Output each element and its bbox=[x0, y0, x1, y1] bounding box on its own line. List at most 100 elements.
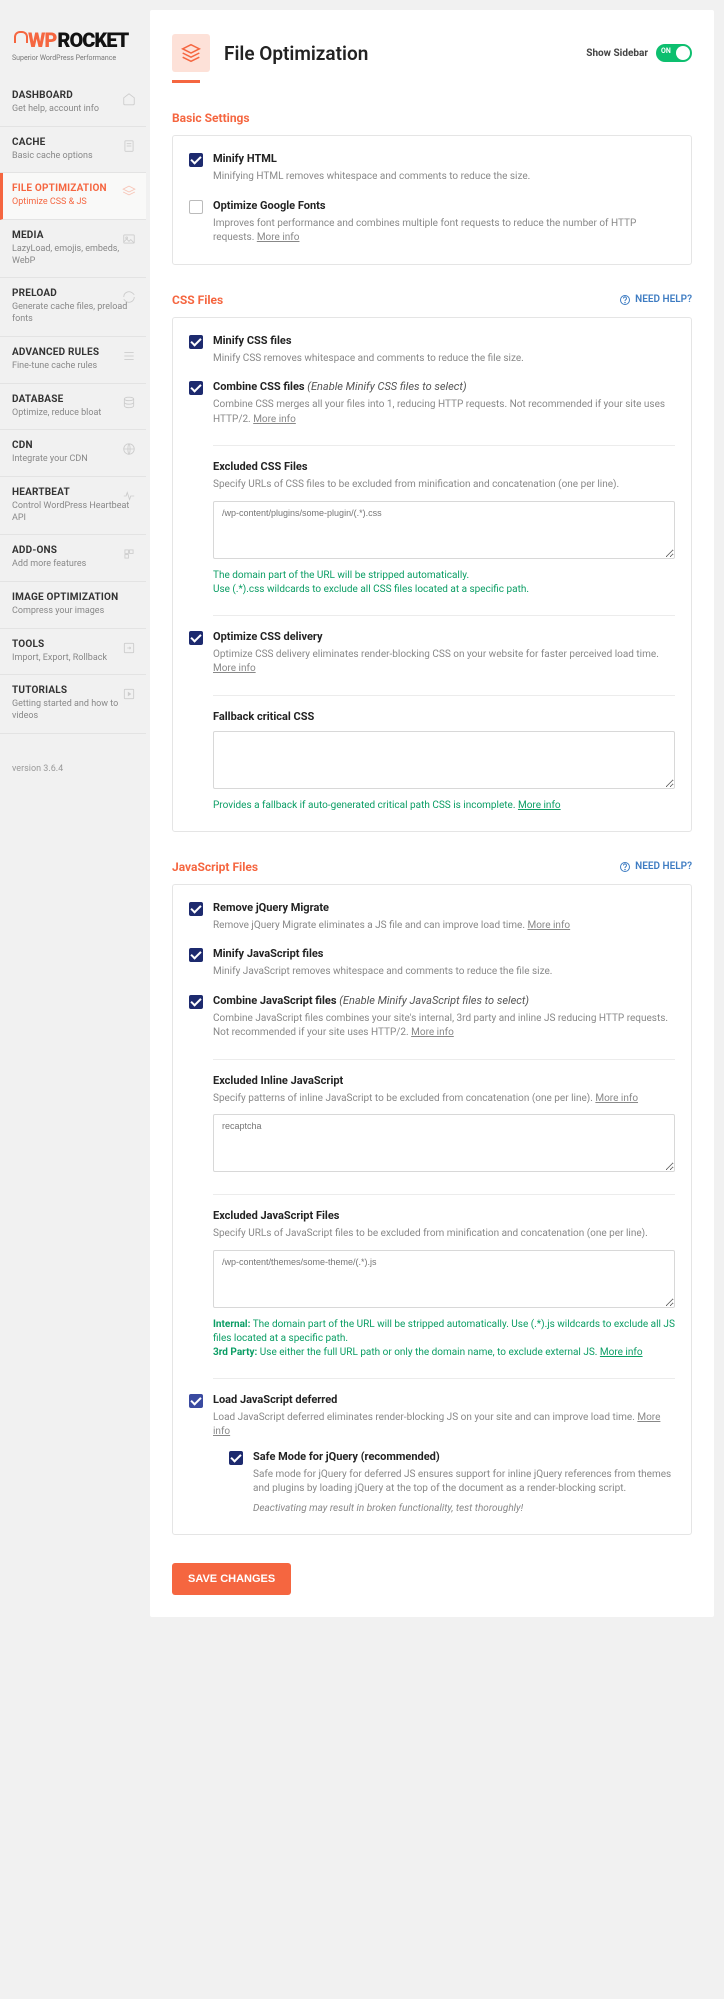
nav-title: PRELOAD bbox=[12, 288, 134, 299]
need-help-link[interactable]: NEED HELP? bbox=[619, 861, 692, 873]
section-css-head: CSS Files NEED HELP? bbox=[172, 293, 692, 307]
section-title: JavaScript Files bbox=[172, 860, 619, 874]
nav-title: MEDIA bbox=[12, 230, 134, 241]
more-info-link[interactable]: More info bbox=[527, 920, 570, 931]
field-label: Safe Mode for jQuery (recommended) bbox=[253, 1450, 675, 1463]
safemode-checkbox[interactable] bbox=[229, 1451, 243, 1465]
combine-js-checkbox[interactable] bbox=[189, 995, 203, 1009]
nav-title: TOOLS bbox=[12, 639, 134, 650]
more-info-link[interactable]: More info bbox=[600, 1347, 643, 1358]
separator bbox=[213, 1059, 675, 1060]
excluded-inline-js-textarea[interactable] bbox=[213, 1114, 675, 1172]
css-files-box: Minify CSS files Minify CSS removes whit… bbox=[172, 317, 692, 832]
fallback-css-field: Fallback critical CSS Provides a fallbac… bbox=[213, 710, 675, 827]
minify-js-checkbox[interactable] bbox=[189, 948, 203, 962]
minify-html-field: Minify HTML Minifying HTML removes white… bbox=[189, 152, 675, 199]
minify-html-checkbox[interactable] bbox=[189, 153, 203, 167]
google-fonts-checkbox[interactable] bbox=[189, 200, 203, 214]
document-icon bbox=[122, 139, 136, 153]
excluded-js-files-textarea[interactable] bbox=[213, 1250, 675, 1308]
nav-sub: Basic cache options bbox=[12, 151, 134, 163]
google-fonts-field: Optimize Google Fonts Improves font perf… bbox=[189, 199, 675, 260]
nav-sub: Optimize, reduce bloat bbox=[12, 408, 134, 420]
layers-icon bbox=[122, 185, 136, 199]
js-files-box: Remove jQuery Migrate Remove jQuery Migr… bbox=[172, 884, 692, 1536]
excluded-js-files-field: Excluded JavaScript Files Specify URLs o… bbox=[213, 1209, 675, 1374]
logo-brand2: ROCKET bbox=[57, 28, 128, 52]
show-sidebar-toggle[interactable]: ON bbox=[656, 44, 692, 62]
nav-sub: LazyLoad, emojis, embeds, WebP bbox=[12, 244, 134, 267]
puzzle-icon bbox=[122, 547, 136, 561]
nav-title: CDN bbox=[12, 440, 134, 451]
excluded-css-textarea[interactable] bbox=[213, 501, 675, 559]
field-desc: Load JavaScript deferred eliminates rend… bbox=[213, 1411, 675, 1440]
jquery-migrate-checkbox[interactable] bbox=[189, 902, 203, 916]
nav-tools[interactable]: TOOLS Import, Export, Rollback bbox=[0, 629, 146, 676]
need-help-link[interactable]: NEED HELP? bbox=[619, 294, 692, 306]
nav-title: HEARTBEAT bbox=[12, 487, 134, 498]
field-label: Minify HTML bbox=[213, 152, 675, 165]
minify-js-field: Minify JavaScript files Minify JavaScrip… bbox=[189, 947, 675, 994]
nav-addons[interactable]: ADD-ONS Add more features bbox=[0, 535, 146, 582]
toggle-label: ON bbox=[661, 47, 671, 55]
separator bbox=[213, 1378, 675, 1379]
nav-title: ADVANCED RULES bbox=[12, 347, 134, 358]
field-desc: Minifying HTML removes whitespace and co… bbox=[213, 170, 675, 185]
nav-title: TUTORIALS bbox=[12, 685, 134, 696]
nav-sub: Control WordPress Heartbeat API bbox=[12, 501, 134, 524]
nav-dashboard[interactable]: DASHBOARD Get help, account info bbox=[0, 80, 146, 127]
field-label: Combine JavaScript files (Enable Minify … bbox=[213, 994, 675, 1007]
arrow-icon bbox=[122, 641, 136, 655]
optimize-css-checkbox[interactable] bbox=[189, 631, 203, 645]
more-info-link[interactable]: More info bbox=[518, 800, 561, 811]
more-info-link[interactable]: More info bbox=[257, 232, 300, 243]
nav-tutorials[interactable]: TUTORIALS Getting started and how to vid… bbox=[0, 675, 146, 733]
more-info-link[interactable]: More info bbox=[253, 414, 296, 425]
more-info-link[interactable]: More info bbox=[213, 663, 256, 674]
more-info-link[interactable]: More info bbox=[411, 1027, 454, 1038]
section-basic-head: Basic Settings bbox=[172, 111, 692, 125]
nav-title: ADD-ONS bbox=[12, 545, 134, 556]
database-icon bbox=[122, 396, 136, 410]
hint-text: The domain part of the URL will be strip… bbox=[213, 569, 675, 597]
field-label: Fallback critical CSS bbox=[213, 710, 675, 723]
page-header: File Optimization Show Sidebar ON bbox=[172, 34, 692, 72]
nav-cache[interactable]: CACHE Basic cache options bbox=[0, 127, 146, 174]
nav-file-optimization[interactable]: FILE OPTIMIZATION Optimize CSS & JS bbox=[0, 173, 146, 220]
field-label: Excluded CSS Files bbox=[213, 460, 675, 473]
separator bbox=[213, 615, 675, 616]
section-title: CSS Files bbox=[172, 293, 619, 307]
combine-css-checkbox[interactable] bbox=[189, 381, 203, 395]
nav-sub: Integrate your CDN bbox=[12, 454, 134, 466]
nav-advanced-rules[interactable]: ADVANCED RULES Fine-tune cache rules bbox=[0, 337, 146, 384]
nav-database[interactable]: DATABASE Optimize, reduce bloat bbox=[0, 384, 146, 431]
more-info-link[interactable]: More info bbox=[595, 1093, 638, 1104]
minify-css-field: Minify CSS files Minify CSS removes whit… bbox=[189, 334, 675, 381]
nav-cdn[interactable]: CDN Integrate your CDN bbox=[0, 430, 146, 477]
nav-media[interactable]: MEDIA LazyLoad, emojis, embeds, WebP bbox=[0, 220, 146, 278]
home-icon bbox=[122, 92, 136, 106]
field-desc: Remove jQuery Migrate eliminates a JS fi… bbox=[213, 919, 675, 934]
active-indicator bbox=[172, 80, 200, 83]
excluded-css-field: Excluded CSS Files Specify URLs of CSS f… bbox=[213, 460, 675, 611]
minify-css-checkbox[interactable] bbox=[189, 335, 203, 349]
separator bbox=[213, 445, 675, 446]
field-label: Optimize CSS delivery bbox=[213, 630, 675, 643]
save-changes-button[interactable]: SAVE CHANGES bbox=[172, 1563, 291, 1595]
deferred-js-checkbox[interactable] bbox=[189, 1394, 203, 1408]
nav-preload[interactable]: PRELOAD Generate cache files, preload fo… bbox=[0, 278, 146, 336]
hint-text: Provides a fallback if auto-generated cr… bbox=[213, 799, 675, 813]
combine-js-field: Combine JavaScript files (Enable Minify … bbox=[189, 994, 675, 1055]
field-desc: Specify URLs of CSS files to be excluded… bbox=[213, 478, 675, 493]
field-desc: Combine JavaScript files combines your s… bbox=[213, 1012, 675, 1041]
nav-sub: Getting started and how to videos bbox=[12, 699, 134, 722]
nav-heartbeat[interactable]: HEARTBEAT Control WordPress Heartbeat AP… bbox=[0, 477, 146, 535]
separator bbox=[213, 1194, 675, 1195]
fallback-css-textarea[interactable] bbox=[213, 731, 675, 789]
logo-brand1: WP bbox=[28, 28, 56, 52]
nav-title: FILE OPTIMIZATION bbox=[12, 183, 134, 194]
field-warning: Deactivating may result in broken functi… bbox=[253, 1502, 675, 1517]
field-label: Excluded Inline JavaScript bbox=[213, 1074, 675, 1087]
nav-image-optimization[interactable]: IMAGE OPTIMIZATION Compress your images bbox=[0, 582, 146, 629]
nav: DASHBOARD Get help, account info CACHE B… bbox=[0, 80, 146, 734]
